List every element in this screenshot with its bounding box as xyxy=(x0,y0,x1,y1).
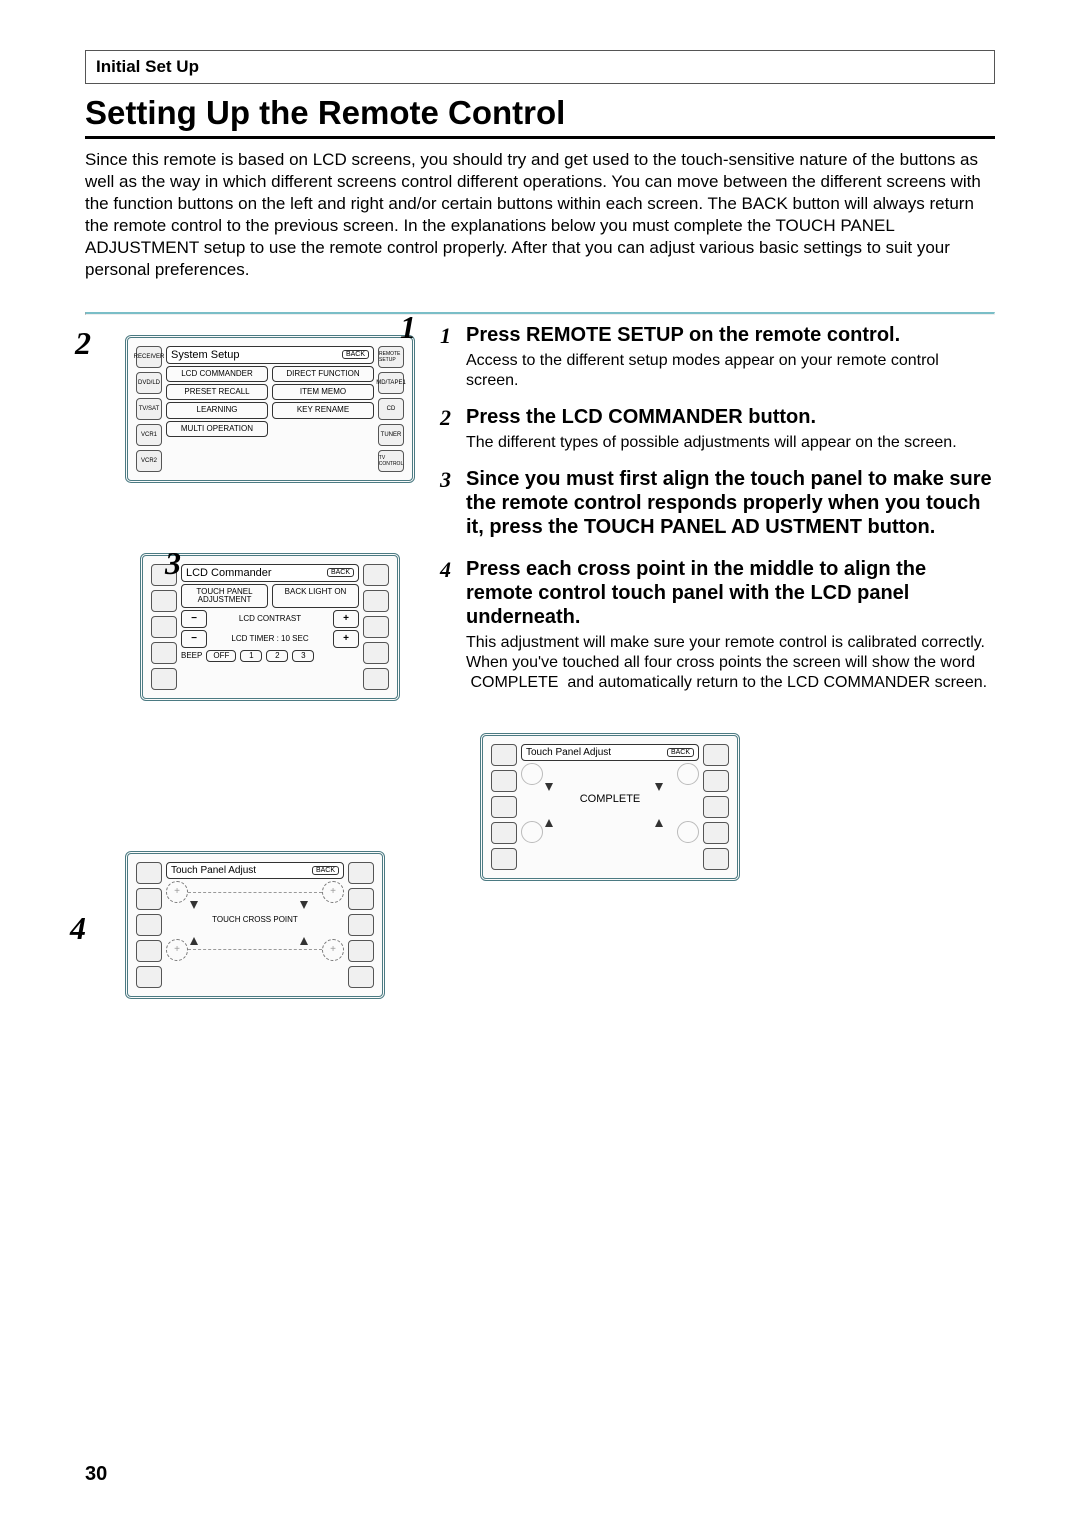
p4-side-l4[interactable] xyxy=(491,822,517,844)
callout-2: 2 xyxy=(75,325,91,362)
side-remote-setup[interactable]: REMOTE SETUP xyxy=(378,346,404,368)
side-cd[interactable]: CD xyxy=(378,398,404,420)
callout-3: 3 xyxy=(165,545,181,582)
btn-item-memo[interactable]: ITEM MEMO xyxy=(272,384,374,400)
section-header: Initial Set Up xyxy=(85,50,995,84)
page-number: 30 xyxy=(85,1463,107,1486)
p4-side-r2[interactable] xyxy=(703,770,729,792)
p2-side-r3[interactable] xyxy=(363,616,389,638)
btn-multi-operation[interactable]: MULTI OPERATION xyxy=(166,421,268,437)
step-2-desc: The different types of possible adjustme… xyxy=(466,433,995,453)
p4-side-l3[interactable] xyxy=(491,796,517,818)
page-title: Setting Up the Remote Control xyxy=(85,94,995,139)
p2-side-r4[interactable] xyxy=(363,642,389,664)
p3-side-r3[interactable] xyxy=(348,914,374,936)
btn-touch-panel-adjustment[interactable]: TOUCH PANEL ADJUSTMENT xyxy=(181,584,268,608)
beep-label: BEEP xyxy=(181,651,202,660)
p4-side-r1[interactable] xyxy=(703,744,729,766)
panel2-title: LCD Commander xyxy=(186,567,272,579)
p2-side-l2[interactable] xyxy=(151,590,177,612)
p2-side-r2[interactable] xyxy=(363,590,389,612)
remote-panel-complete: Touch Panel Adjust BACK COMPLETE xyxy=(480,733,740,881)
p3-side-l4[interactable] xyxy=(136,940,162,962)
remote-panel-system-setup: RECEIVER DVD/LD TV/SAT VCR1 VCR2 System … xyxy=(125,335,415,483)
intro-text: Since this remote is based on LCD screen… xyxy=(85,149,995,282)
beep-2[interactable]: 2 xyxy=(266,650,288,662)
step-3: 3 Since you must first align the touch p… xyxy=(440,467,995,543)
lcd-contrast-label: LCD CONTRAST xyxy=(211,614,329,623)
p2-side-l3[interactable] xyxy=(151,616,177,638)
btn-learning[interactable]: LEARNING xyxy=(166,402,268,418)
p3-side-r5[interactable] xyxy=(348,966,374,988)
side-vcr1[interactable]: VCR1 xyxy=(136,424,162,446)
p2-side-l4[interactable] xyxy=(151,642,177,664)
p4-side-r5[interactable] xyxy=(703,848,729,870)
p2-side-l5[interactable] xyxy=(151,668,177,690)
contrast-minus[interactable]: − xyxy=(181,610,207,628)
panel4-title: Touch Panel Adjust xyxy=(526,747,611,758)
step-2-head: Press the LCD COMMANDER button. xyxy=(466,405,995,429)
p4-side-l5[interactable] xyxy=(491,848,517,870)
contrast-plus[interactable]: + xyxy=(333,610,359,628)
panel2-back[interactable]: BACK xyxy=(327,568,354,577)
p3-side-r4[interactable] xyxy=(348,940,374,962)
remote-panel-touch-adjust: Touch Panel Adjust BACK + + + + TOUCH CR… xyxy=(125,851,385,999)
p4-corner-tr xyxy=(677,763,699,785)
timer-plus[interactable]: + xyxy=(333,630,359,648)
p2-side-r1[interactable] xyxy=(363,564,389,586)
step-1: 1 Press REMOTE SETUP on the remote contr… xyxy=(440,323,995,391)
step-3-num: 3 xyxy=(440,467,466,543)
side-tvcontrol[interactable]: TV CONTROL xyxy=(378,450,404,472)
btn-key-rename[interactable]: KEY RENAME xyxy=(272,402,374,418)
step-4: 4 Press each cross point in the middle t… xyxy=(440,557,995,693)
lcd-timer-label: LCD TIMER : 10 SEC xyxy=(211,634,329,643)
panel1-back[interactable]: BACK xyxy=(342,350,369,359)
beep-off[interactable]: OFF xyxy=(206,650,236,662)
panel3-title: Touch Panel Adjust xyxy=(171,865,256,876)
p4-corner-br xyxy=(677,821,699,843)
callout-1: 1 xyxy=(400,309,416,346)
p4-side-l2[interactable] xyxy=(491,770,517,792)
beep-3[interactable]: 3 xyxy=(292,650,314,662)
p3-side-l2[interactable] xyxy=(136,888,162,910)
step-4-head: Press each cross point in the middle to … xyxy=(466,557,995,629)
panel3-back[interactable]: BACK xyxy=(312,866,339,875)
side-tuner[interactable]: TUNER xyxy=(378,424,404,446)
side-dvdld[interactable]: DVD/LD xyxy=(136,372,162,394)
p3-side-l5[interactable] xyxy=(136,966,162,988)
panel4-back[interactable]: BACK xyxy=(667,748,694,757)
side-vcr2[interactable]: VCR2 xyxy=(136,450,162,472)
btn-direct-function[interactable]: DIRECT FUNCTION xyxy=(272,366,374,382)
step-4-num: 4 xyxy=(440,557,466,693)
p3-side-r1[interactable] xyxy=(348,862,374,884)
btn-back-light-on[interactable]: BACK LIGHT ON xyxy=(272,584,359,608)
p4-side-r3[interactable] xyxy=(703,796,729,818)
step-2-num: 2 xyxy=(440,405,466,453)
side-mdtape1[interactable]: MD/TAPE1 xyxy=(378,372,404,394)
step-1-head: Press REMOTE SETUP on the remote control… xyxy=(466,323,995,347)
p4-side-l1[interactable] xyxy=(491,744,517,766)
beep-1[interactable]: 1 xyxy=(240,650,262,662)
step-1-num: 1 xyxy=(440,323,466,391)
timer-minus[interactable]: − xyxy=(181,630,207,648)
cross-point-br[interactable]: + xyxy=(322,939,344,961)
step-1-desc: Access to the different setup modes appe… xyxy=(466,351,995,391)
btn-preset-recall[interactable]: PRESET RECALL xyxy=(166,384,268,400)
p3-side-l1[interactable] xyxy=(136,862,162,884)
cross-point-tr[interactable]: + xyxy=(322,881,344,903)
callout-4: 4 xyxy=(70,910,86,947)
step-4-desc: This adjustment will make sure your remo… xyxy=(466,633,995,693)
p3-side-r2[interactable] xyxy=(348,888,374,910)
p3-side-l3[interactable] xyxy=(136,914,162,936)
p4-side-r4[interactable] xyxy=(703,822,729,844)
btn-lcd-commander[interactable]: LCD COMMANDER xyxy=(166,366,268,382)
side-tvsat[interactable]: TV/SAT xyxy=(136,398,162,420)
step-2: 2 Press the LCD COMMANDER button. The di… xyxy=(440,405,995,453)
panel1-title: System Setup xyxy=(171,349,239,361)
step-3-head: Since you must first align the touch pan… xyxy=(466,467,995,539)
p2-side-r5[interactable] xyxy=(363,668,389,690)
side-receiver[interactable]: RECEIVER xyxy=(136,346,162,368)
